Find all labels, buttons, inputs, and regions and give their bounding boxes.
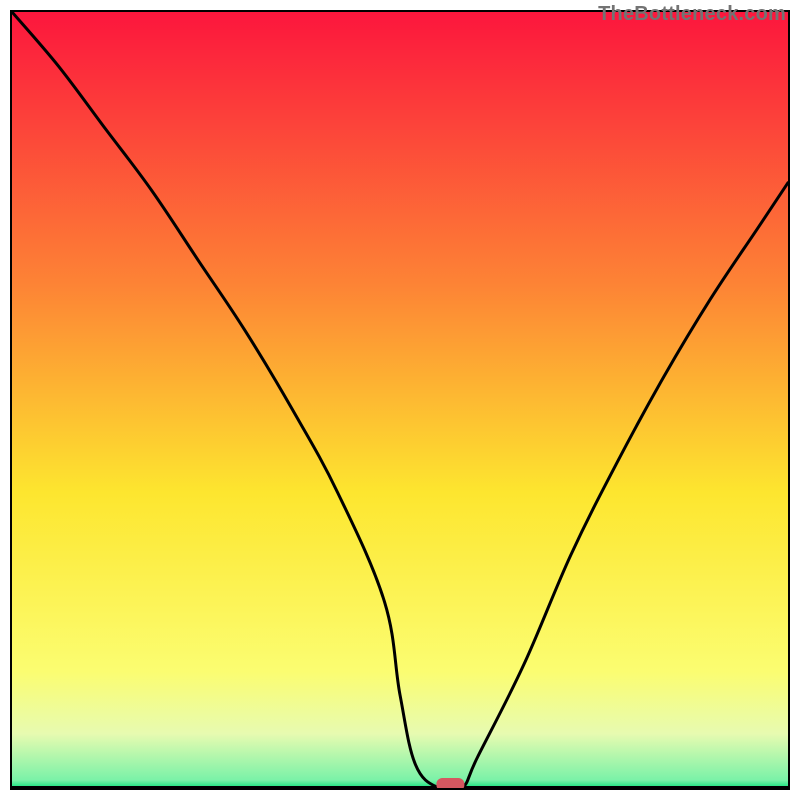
bottleneck-point-marker xyxy=(436,778,464,788)
chart-svg xyxy=(12,12,788,788)
plot-area xyxy=(10,10,790,790)
gradient-background xyxy=(12,12,788,788)
watermark-label: TheBottleneck.com xyxy=(598,3,786,26)
chart-container: TheBottleneck.com xyxy=(0,0,800,800)
